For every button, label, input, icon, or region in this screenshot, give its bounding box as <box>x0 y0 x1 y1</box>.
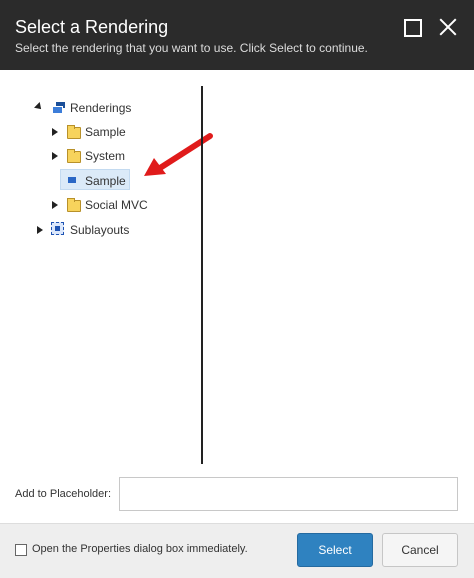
close-icon[interactable] <box>437 16 459 38</box>
placeholder-label: Add to Placeholder: <box>15 488 112 500</box>
collapse-toggle-icon[interactable] <box>50 151 60 161</box>
tree-item-sample-rendering[interactable]: Sample <box>85 170 126 192</box>
folder-icon <box>67 198 81 212</box>
open-properties-label: Open the Properties dialog box immediate… <box>32 543 248 555</box>
placeholder-input[interactable] <box>119 477 458 511</box>
cancel-button[interactable]: Cancel <box>382 533 458 567</box>
collapse-toggle-icon[interactable] <box>35 225 45 235</box>
tree-item-sublayouts[interactable]: Sublayouts <box>70 219 129 241</box>
rendering-icon <box>68 177 76 183</box>
collapse-toggle-icon[interactable] <box>50 127 60 137</box>
red-arrow-annotation-icon <box>144 133 213 176</box>
tree-item-system-folder[interactable]: System <box>85 145 125 167</box>
sublayouts-icon <box>51 222 64 235</box>
dialog-title: Select a Rendering <box>15 17 169 37</box>
dialog-titlebar: Select a Rendering Select the rendering … <box>0 0 474 70</box>
renderings-icon <box>52 102 65 114</box>
folder-icon <box>67 149 81 163</box>
collapse-toggle-icon[interactable] <box>50 200 60 210</box>
tree-item-social-mvc-folder[interactable]: Social MVC <box>85 194 148 216</box>
expand-toggle-icon[interactable] <box>35 102 45 112</box>
maximize-icon[interactable] <box>404 19 422 37</box>
open-properties-checkbox[interactable] <box>15 544 27 556</box>
dialog-subtitle: Select the rendering that you want to us… <box>15 41 368 55</box>
folder-icon <box>67 125 81 139</box>
tree-item-renderings[interactable]: Renderings <box>70 97 131 119</box>
tree-item-sample-folder[interactable]: Sample <box>85 121 126 143</box>
select-button[interactable]: Select <box>297 533 373 567</box>
pane-divider[interactable] <box>201 86 203 464</box>
